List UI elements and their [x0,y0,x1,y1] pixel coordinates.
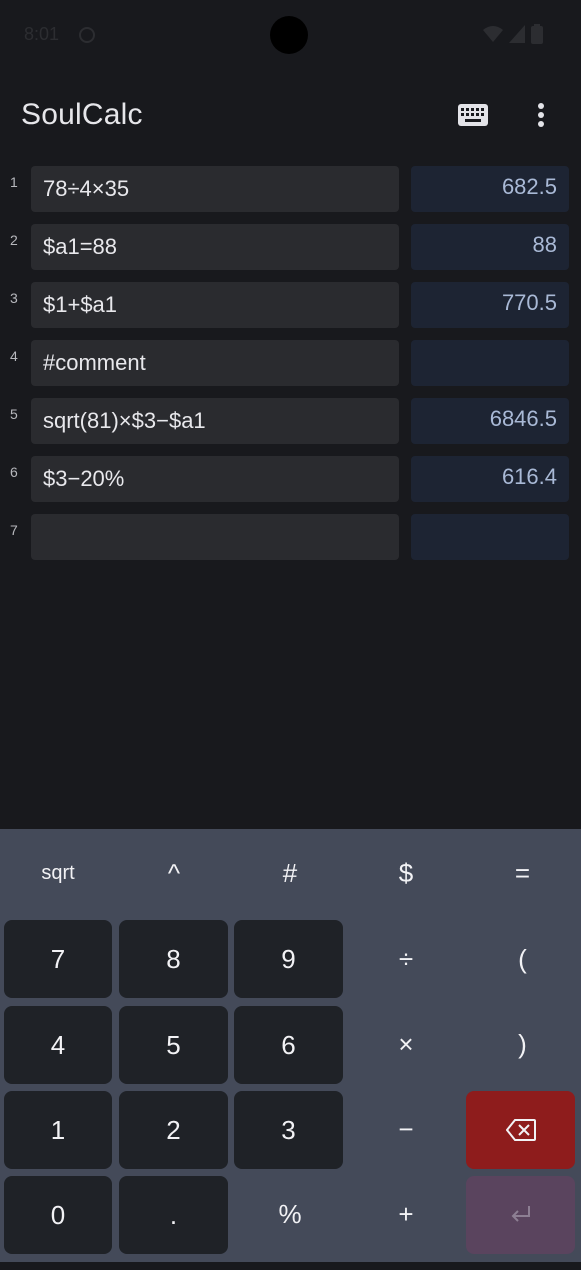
keyboard-icon [458,104,488,126]
expression-row: 2 $a1=88 88 [0,224,581,270]
divide-key[interactable]: ÷ [348,917,464,1002]
row-number: 4 [10,348,18,364]
keyboard-toggle-button[interactable] [456,100,490,130]
hash-key[interactable]: # [232,829,348,917]
plus-key[interactable]: + [348,1172,464,1257]
result-value: 682.5 [411,166,569,212]
expression-input[interactable]: $a1=88 [31,224,399,270]
digit-5-key[interactable]: 5 [119,1006,228,1084]
status-time: 8:01 [24,24,60,44]
signal-icon [509,25,525,43]
more-options-button[interactable] [525,98,557,132]
expression-input[interactable] [31,514,399,560]
multiply-key[interactable]: × [348,1002,464,1087]
row-number: 3 [10,290,18,306]
app-bar: SoulCalc [0,86,581,146]
row-number: 5 [10,406,18,422]
expression-input[interactable]: #comment [31,340,399,386]
digit-6-key[interactable]: 6 [234,1006,343,1084]
expression-row: 3 $1+$a1 770.5 [0,282,581,328]
digit-2-key[interactable]: 2 [119,1091,228,1169]
minus-key[interactable]: − [348,1087,464,1172]
calculator-screen: 8:01 SoulCalc 1 78÷4×35 682.5 2 $a1=88 8… [0,0,581,1270]
equals-key[interactable]: = [464,829,581,917]
backspace-button[interactable] [466,1091,575,1169]
camera-cutout [270,16,308,54]
row-number: 6 [10,464,18,480]
enter-icon [511,1206,530,1222]
digit-4-key[interactable]: 4 [4,1006,112,1084]
status-bar: 8:01 [0,0,581,72]
sync-icon [79,27,95,43]
app-title: SoulCalc [21,98,143,131]
enter-button[interactable] [466,1176,575,1254]
calculator-keypad: sqrt ^ # $ = 7 8 9 ÷ ( 4 5 6 × ) 1 2 3 −… [0,829,581,1270]
row-number: 2 [10,232,18,248]
digit-8-key[interactable]: 8 [119,920,228,998]
digit-7-key[interactable]: 7 [4,920,112,998]
expression-input[interactable]: 78÷4×35 [31,166,399,212]
expression-row: 1 78÷4×35 682.5 [0,166,581,212]
percent-key[interactable]: % [232,1172,348,1257]
expression-input[interactable]: $1+$a1 [31,282,399,328]
expression-row: 5 sqrt(81)×$3−$a1 6846.5 [0,398,581,444]
digit-3-key[interactable]: 3 [234,1091,343,1169]
digit-9-key[interactable]: 9 [234,920,343,998]
sqrt-key[interactable]: sqrt [0,829,116,917]
result-value: 88 [411,224,569,270]
digit-1-key[interactable]: 1 [4,1091,112,1169]
row-number: 1 [10,174,18,190]
expression-row: 4 #comment [0,340,581,386]
wifi-icon [483,26,503,42]
status-icons [483,24,543,44]
result-value [411,514,569,560]
left-paren-key[interactable]: ( [464,917,581,1002]
result-value: 6846.5 [411,398,569,444]
power-key[interactable]: ^ [116,829,232,917]
expression-row: 6 $3−20% 616.4 [0,456,581,502]
more-vert-icon [538,103,544,127]
dollar-key[interactable]: $ [348,829,464,917]
result-value [411,340,569,386]
decimal-point-key[interactable]: . [119,1176,228,1254]
backspace-icon [505,1119,536,1141]
row-number: 7 [10,522,18,538]
battery-icon [531,24,543,44]
result-value: 616.4 [411,456,569,502]
result-value: 770.5 [411,282,569,328]
digit-0-key[interactable]: 0 [4,1176,112,1254]
expression-input[interactable]: sqrt(81)×$3−$a1 [31,398,399,444]
navigation-bar [0,1262,581,1270]
expression-row: 7 [0,514,581,560]
expression-input[interactable]: $3−20% [31,456,399,502]
right-paren-key[interactable]: ) [464,1002,581,1087]
